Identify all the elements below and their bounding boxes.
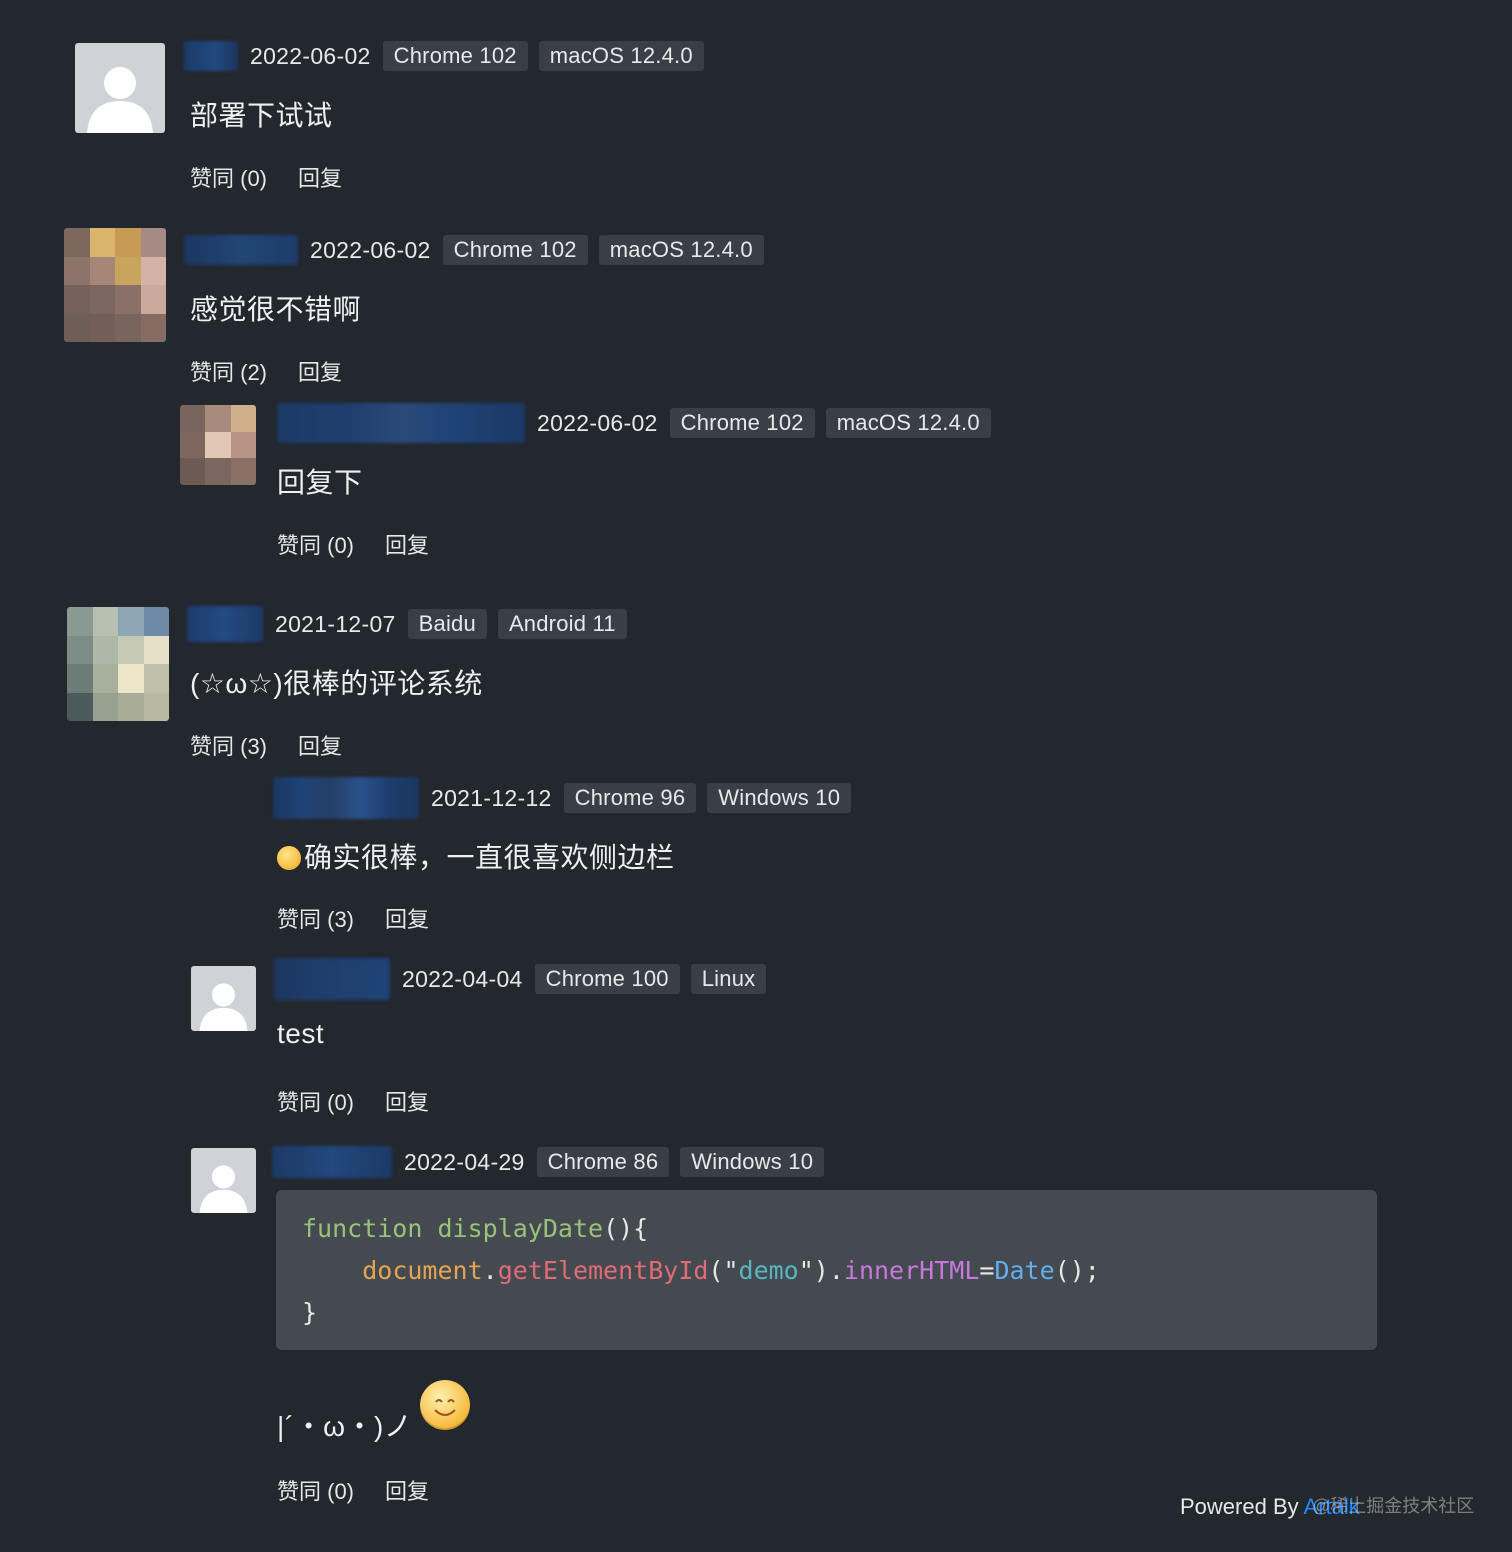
comment-content: test	[277, 1018, 325, 1049]
user-silhouette-icon	[87, 67, 153, 133]
os-badge: Windows 10	[707, 783, 852, 813]
nickname-blurred[interactable]	[274, 958, 390, 1000]
avatar-default[interactable]	[191, 966, 256, 1031]
comment-meta: 2022-06-02 Chrome 102 macOS 12.4.0	[184, 234, 775, 266]
os-badge: macOS 12.4.0	[825, 408, 991, 438]
code-punct: .	[482, 1256, 498, 1285]
comment-date: 2022-06-02	[537, 409, 658, 436]
like-button[interactable]: 赞同 (0)	[277, 528, 354, 560]
smiley-emoji-icon	[420, 1380, 470, 1430]
reply-button[interactable]: 回复	[385, 1474, 429, 1506]
code-method: getElementById	[497, 1256, 709, 1285]
code-property: innerHTML	[843, 1256, 980, 1285]
browser-badge: Chrome 100	[534, 964, 680, 994]
comment-actions: 赞同 (3) 回复	[277, 902, 429, 934]
like-button[interactable]: 赞同 (0)	[277, 1474, 354, 1506]
reply-button[interactable]: 回复	[385, 528, 429, 560]
code-function-name: displayDate	[437, 1214, 604, 1243]
code-call: Date	[994, 1256, 1055, 1285]
code-punct: =	[979, 1256, 995, 1285]
comment-date: 2021-12-07	[275, 610, 396, 637]
avatar-image	[180, 405, 256, 485]
code-block: function displayDate(){ document.getElem…	[276, 1190, 1377, 1350]
comment-meta: 2021-12-07 Baidu Android 11	[187, 606, 638, 642]
user-silhouette-icon	[199, 1165, 248, 1213]
browser-badge: Chrome 102	[669, 408, 815, 438]
reply-button[interactable]: 回复	[385, 1085, 429, 1117]
code-punct: ").	[798, 1256, 844, 1285]
avatar[interactable]	[64, 228, 166, 342]
avatar-default[interactable]	[75, 43, 165, 133]
browser-badge: Chrome 86	[536, 1147, 670, 1177]
comment-meta: 2022-04-29 Chrome 86 Windows 10	[272, 1146, 835, 1178]
browser-badge: Chrome 102	[442, 235, 588, 265]
like-button[interactable]: 赞同 (2)	[190, 355, 267, 387]
like-button[interactable]: 赞同 (3)	[190, 729, 267, 761]
comment-meta: 2022-06-02 Chrome 102 macOS 12.4.0	[277, 403, 1002, 443]
comment-date: 2022-04-29	[404, 1148, 525, 1175]
like-button[interactable]: 赞同 (0)	[190, 161, 267, 193]
powered-by-label: Powered By	[1180, 1494, 1299, 1519]
code-punct: ();	[1054, 1256, 1100, 1285]
comment-date: 2022-06-02	[250, 42, 371, 69]
code-line: document.getElementById("demo").innerHTM…	[302, 1250, 1351, 1292]
comment-actions: 赞同 (0) 回复	[277, 1085, 429, 1117]
browser-badge: Chrome 96	[563, 783, 697, 813]
comment-date: 2022-06-02	[310, 236, 431, 263]
like-button[interactable]: 赞同 (3)	[277, 902, 354, 934]
code-keyword: function	[302, 1214, 423, 1243]
reply-button[interactable]: 回复	[298, 161, 342, 193]
comment-content: |´・ω・)ノ	[277, 1411, 413, 1442]
like-button[interactable]: 赞同 (0)	[277, 1085, 354, 1117]
comment-content: 感觉很不错啊	[190, 294, 362, 325]
avatar[interactable]	[67, 607, 169, 721]
os-badge: Android 11	[497, 609, 627, 639]
comment-content: 回复下	[277, 467, 363, 498]
comment-actions: 赞同 (0) 回复	[277, 528, 429, 560]
nickname-blurred[interactable]	[277, 403, 525, 443]
comment-date: 2022-04-04	[402, 965, 523, 992]
nickname-blurred[interactable]	[187, 606, 263, 642]
comment-actions: 赞同 (0) 回复	[277, 1474, 429, 1506]
avatar-default[interactable]	[191, 1148, 256, 1213]
code-object: document	[362, 1256, 483, 1285]
nickname-blurred[interactable]	[272, 1146, 392, 1178]
comment-meta: 2021-12-12 Chrome 96 Windows 10	[273, 777, 862, 819]
nickname-blurred[interactable]	[273, 777, 419, 819]
comment-date: 2021-12-12	[431, 784, 552, 811]
reply-button[interactable]: 回复	[385, 902, 429, 934]
reply-button[interactable]: 回复	[298, 729, 342, 761]
avatar-image	[64, 228, 166, 342]
comment-content: 确实很棒，一直很喜欢侧边栏	[277, 836, 675, 876]
avatar[interactable]	[180, 405, 256, 485]
smiley-emoji-icon	[277, 846, 301, 870]
comment-meta: 2022-04-04 Chrome 100 Linux	[274, 958, 777, 1000]
user-silhouette-icon	[199, 983, 248, 1031]
code-punct: ("	[708, 1256, 739, 1285]
comment-meta: 2022-06-02 Chrome 102 macOS 12.4.0	[184, 40, 715, 72]
code-line: function displayDate(){	[302, 1208, 1351, 1250]
comment-actions: 赞同 (2) 回复	[190, 355, 342, 387]
os-badge: macOS 12.4.0	[538, 41, 704, 71]
code-string: demo	[738, 1256, 799, 1285]
os-badge: macOS 12.4.0	[598, 235, 764, 265]
watermark: @稀土掘金技术社区	[1312, 1496, 1475, 1516]
nickname-blurred[interactable]	[184, 41, 238, 71]
nickname-blurred[interactable]	[184, 235, 298, 265]
code-line: }	[302, 1298, 318, 1327]
comment-text: 确实很棒，一直很喜欢侧边栏	[304, 842, 675, 873]
reply-button[interactable]: 回复	[298, 355, 342, 387]
avatar-image	[67, 607, 169, 721]
browser-badge: Baidu	[407, 609, 487, 639]
browser-badge: Chrome 102	[382, 41, 528, 71]
comment-content: 部署下试试	[190, 100, 333, 131]
code-punct: (){	[603, 1214, 649, 1243]
os-badge: Windows 10	[680, 1147, 825, 1177]
comment-actions: 赞同 (3) 回复	[190, 729, 342, 761]
os-badge: Linux	[690, 964, 767, 994]
comment-actions: 赞同 (0) 回复	[190, 161, 342, 193]
comment-content: (☆ω☆)很棒的评论系统	[190, 668, 483, 699]
